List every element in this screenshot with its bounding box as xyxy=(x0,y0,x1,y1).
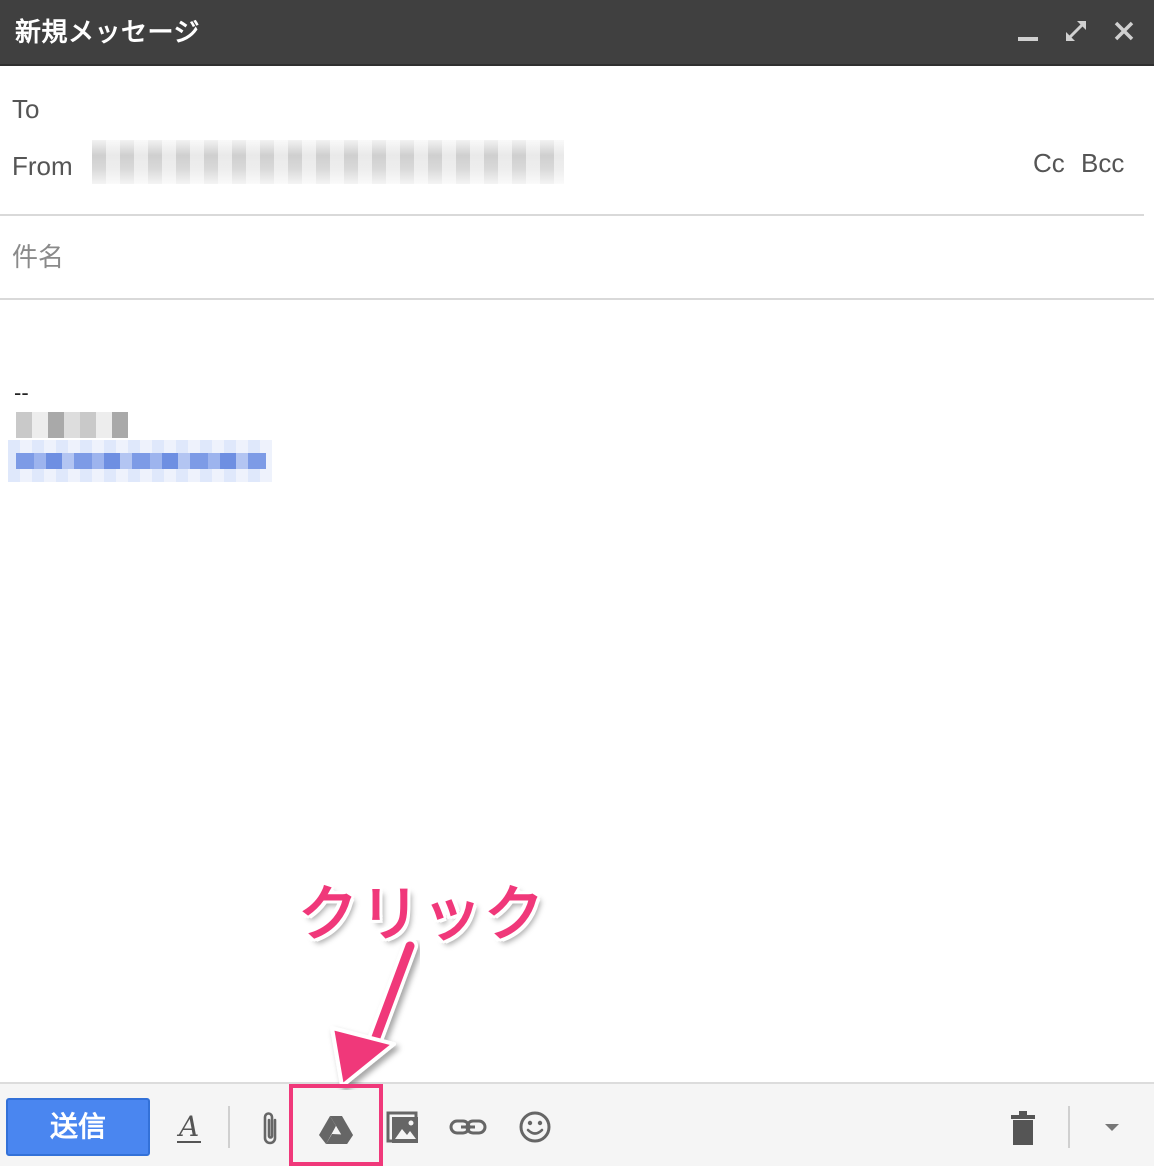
insert-photo-icon[interactable] xyxy=(386,1108,422,1148)
annotation-arrow xyxy=(330,940,418,1088)
subject-input[interactable] xyxy=(12,238,1132,278)
signature-link-redacted[interactable] xyxy=(8,440,272,482)
emoji-icon[interactable] xyxy=(518,1108,554,1148)
dropdown-arrow-icon[interactable] xyxy=(1098,1118,1126,1138)
link-icon[interactable] xyxy=(448,1108,488,1148)
to-field-label[interactable]: To xyxy=(12,94,39,125)
annotation-highlight-box xyxy=(289,1084,383,1166)
bcc-link[interactable]: Bcc xyxy=(1081,148,1124,179)
compose-window-title: 新規メッセージ xyxy=(15,18,200,48)
signature-name-redacted xyxy=(16,412,128,438)
expand-icon[interactable] xyxy=(1059,14,1093,48)
subject-divider xyxy=(0,298,1154,300)
text-format-icon[interactable]: A xyxy=(174,1108,206,1148)
send-button[interactable]: 送信 xyxy=(6,1098,150,1156)
minimize-icon[interactable] xyxy=(1011,14,1045,48)
from-field-label: From xyxy=(12,151,73,181)
trash-icon[interactable] xyxy=(1008,1108,1038,1148)
header-divider xyxy=(0,214,1144,216)
paperclip-icon[interactable] xyxy=(258,1108,284,1148)
toolbar-separator xyxy=(228,1106,230,1148)
cc-link[interactable]: Cc xyxy=(1033,148,1065,179)
compose-title-bar: 新規メッセージ xyxy=(0,0,1154,66)
toolbar-separator xyxy=(1068,1106,1070,1148)
signature-separator: -- xyxy=(14,380,29,405)
svg-text:A: A xyxy=(176,1110,199,1143)
from-address-redacted[interactable] xyxy=(92,140,564,184)
close-icon[interactable] xyxy=(1107,14,1141,48)
